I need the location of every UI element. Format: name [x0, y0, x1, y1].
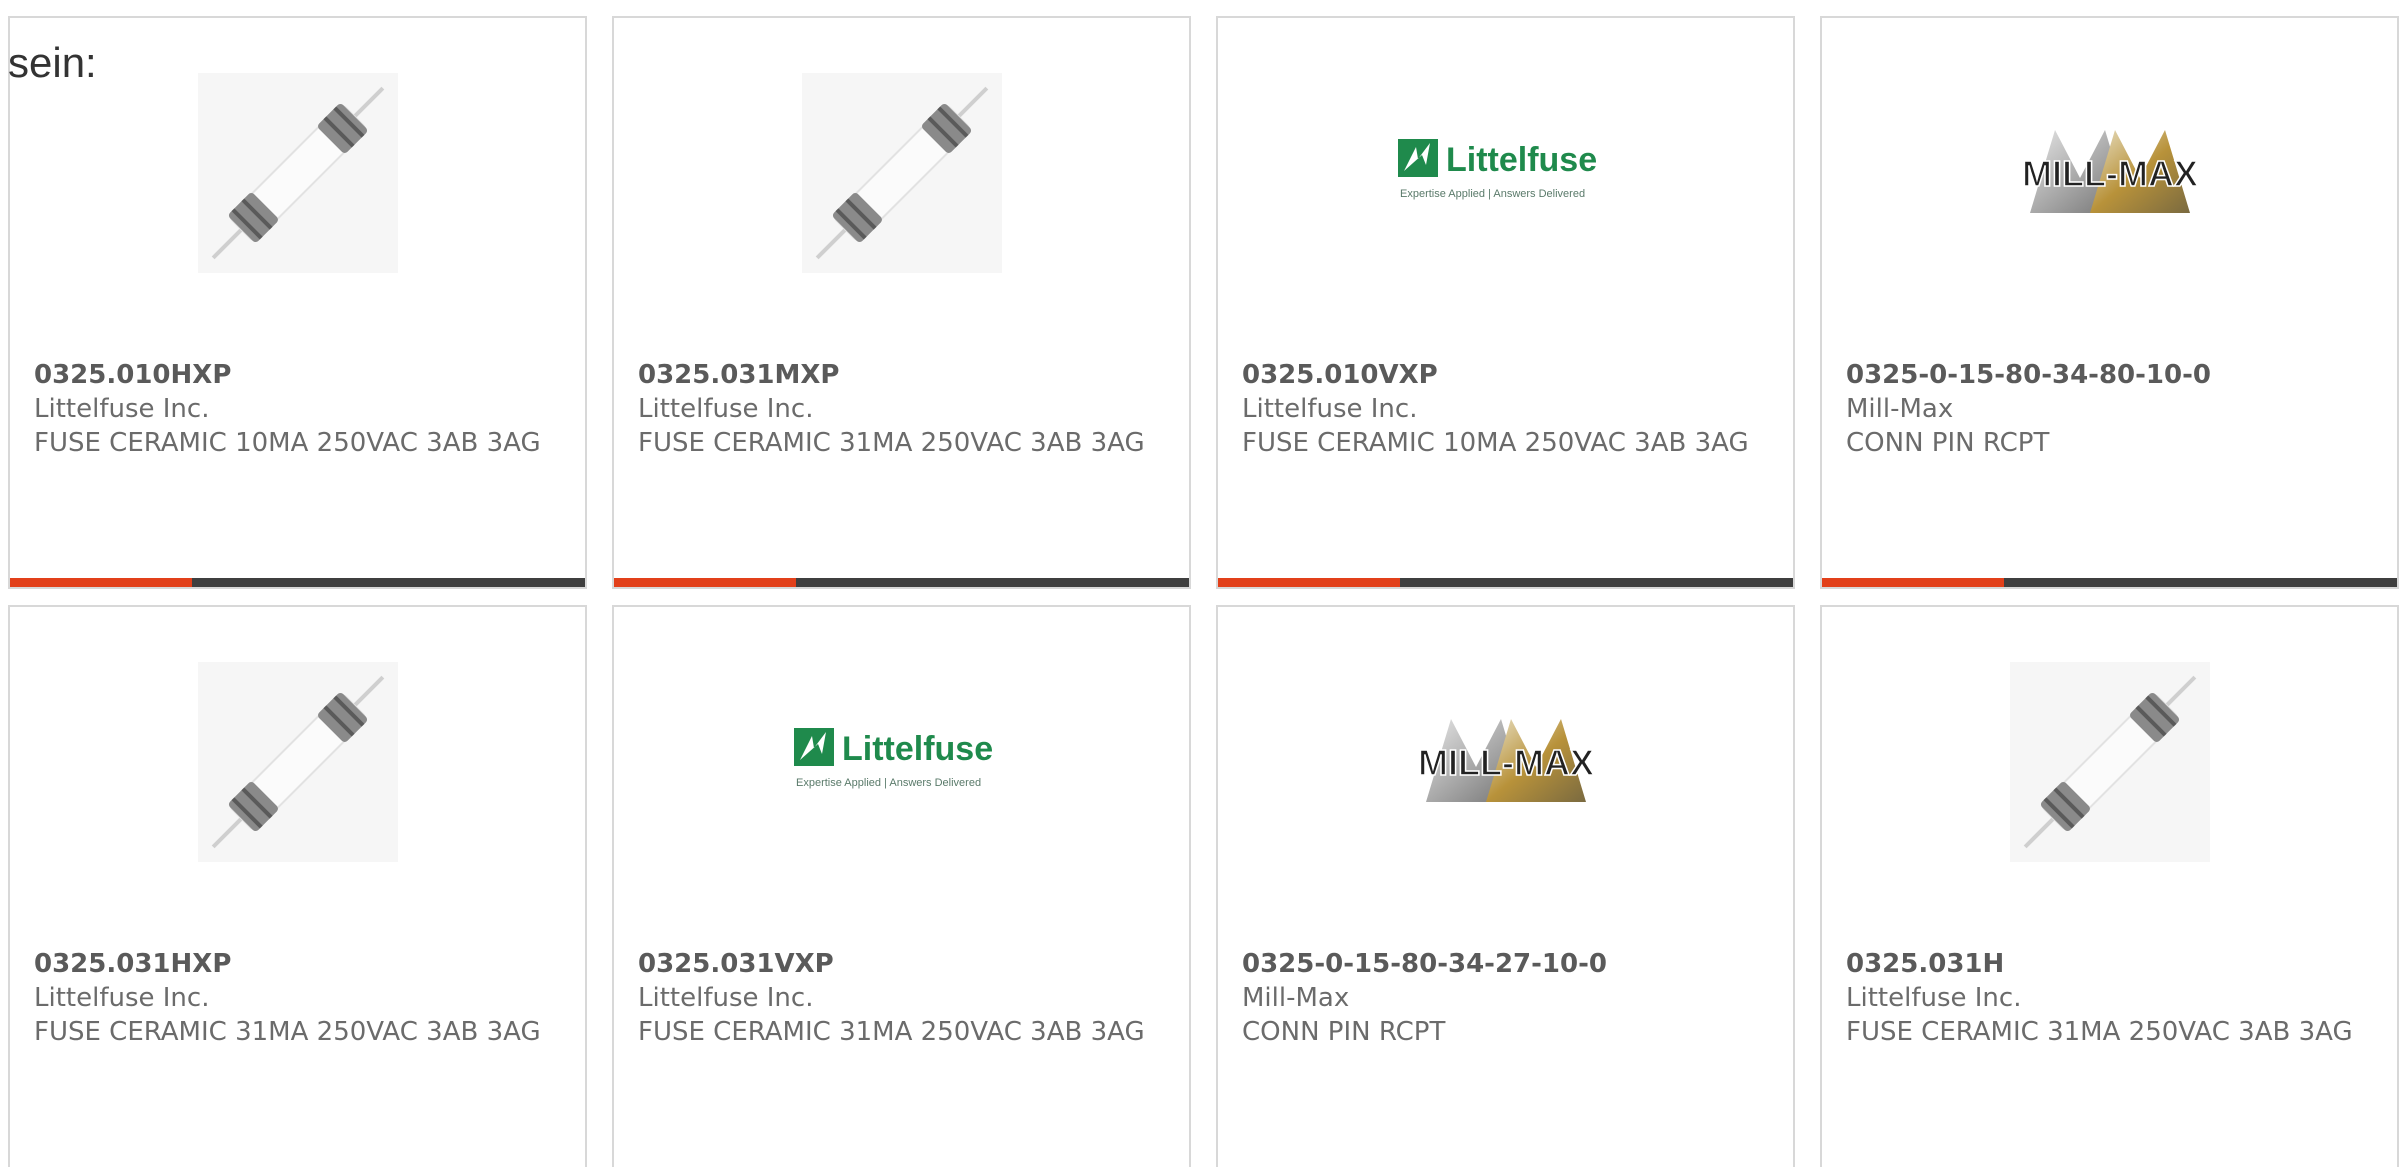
product-card[interactable]: MILL-MAX 0325-0-15-80-34-27-10-0 Mill-Ma…	[1216, 605, 1795, 1167]
part-number-link[interactable]: 0325.031HXP	[34, 947, 569, 981]
product-info: 0325.010HXP Littelfuse Inc. FUSE CERAMIC…	[34, 358, 569, 460]
product-card[interactable]: 0325.010HXP Littelfuse Inc. FUSE CERAMIC…	[8, 16, 587, 589]
card-hover-bar	[1822, 578, 2397, 587]
product-card[interactable]: 0325.031MXP Littelfuse Inc. FUSE CERAMIC…	[612, 16, 1191, 589]
product-description: FUSE CERAMIC 31MA 250VAC 3AB 3AG	[638, 1017, 1145, 1047]
card-hover-bar	[1218, 578, 1793, 587]
product-image[interactable]	[614, 18, 1189, 328]
fuse-photo-icon	[2009, 662, 2210, 862]
product-info: 0325-0-15-80-34-80-10-0 Mill-Max CONN PI…	[1846, 358, 2381, 460]
part-number-link[interactable]: 0325.031VXP	[638, 947, 1173, 981]
fuse-photo-icon	[197, 73, 398, 273]
card-accent-bar	[1822, 578, 2004, 587]
littelfuse-logo-icon: Littelfuse Expertise Applied | Answers D…	[1397, 139, 1597, 200]
product-description: FUSE CERAMIC 31MA 250VAC 3AB 3AG	[1846, 1017, 2353, 1047]
card-accent-bar	[614, 578, 796, 587]
product-description: CONN PIN RCPT	[1242, 1017, 1446, 1047]
part-number-link[interactable]: 0325.031MXP	[638, 358, 1173, 392]
product-image[interactable]: Littelfuse Expertise Applied | Answers D…	[1218, 18, 1793, 328]
manufacturer-name: Littelfuse Inc.	[34, 394, 210, 424]
card-hover-bar	[614, 578, 1189, 587]
product-card[interactable]: Littelfuse Expertise Applied | Answers D…	[612, 605, 1191, 1167]
part-number-link[interactable]: 0325-0-15-80-34-80-10-0	[1846, 358, 2381, 392]
fuse-photo-icon	[801, 73, 1002, 273]
manufacturer-name: Littelfuse Inc.	[34, 983, 210, 1013]
product-image[interactable]: Littelfuse Expertise Applied | Answers D…	[614, 607, 1189, 917]
product-info: 0325.031MXP Littelfuse Inc. FUSE CERAMIC…	[638, 358, 1173, 460]
product-info: 0325.031VXP Littelfuse Inc. FUSE CERAMIC…	[638, 947, 1173, 1049]
product-grid: 0325.010HXP Littelfuse Inc. FUSE CERAMIC…	[8, 16, 2399, 1167]
product-card[interactable]: 0325.031H Littelfuse Inc. FUSE CERAMIC 3…	[1820, 605, 2399, 1167]
product-image[interactable]	[1822, 607, 2397, 917]
svg-text:Littelfuse: Littelfuse	[1446, 141, 1597, 179]
fuse-photo-icon	[197, 662, 398, 862]
product-description: FUSE CERAMIC 10MA 250VAC 3AB 3AG	[1242, 428, 1749, 458]
product-image[interactable]	[10, 607, 585, 917]
manufacturer-name: Littelfuse Inc.	[638, 394, 814, 424]
manufacturer-name: Mill-Max	[1242, 983, 1350, 1013]
millmax-logo-icon: MILL-MAX	[2021, 130, 2198, 213]
littelfuse-logo-icon: Littelfuse Expertise Applied | Answers D…	[793, 728, 993, 789]
part-number-link[interactable]: 0325-0-15-80-34-27-10-0	[1242, 947, 1777, 981]
millmax-logo-icon: MILL-MAX	[1417, 719, 1594, 802]
product-image[interactable]: MILL-MAX	[1822, 18, 2397, 328]
product-card[interactable]: 0325.031HXP Littelfuse Inc. FUSE CERAMIC…	[8, 605, 587, 1167]
svg-text:Littelfuse: Littelfuse	[842, 730, 993, 768]
manufacturer-name: Littelfuse Inc.	[1242, 394, 1418, 424]
svg-text:Expertise Applied | Answers De: Expertise Applied | Answers Delivered	[796, 777, 981, 789]
svg-text:MILL-MAX: MILL-MAX	[1418, 742, 1594, 783]
svg-text:Expertise Applied | Answers De: Expertise Applied | Answers Delivered	[1400, 188, 1585, 200]
product-description: FUSE CERAMIC 31MA 250VAC 3AB 3AG	[34, 1017, 541, 1047]
product-image[interactable]: MILL-MAX	[1218, 607, 1793, 917]
card-hover-bar	[10, 578, 585, 587]
part-number-link[interactable]: 0325.010HXP	[34, 358, 569, 392]
card-accent-bar	[10, 578, 192, 587]
manufacturer-name: Mill-Max	[1846, 394, 1954, 424]
part-number-link[interactable]: 0325.010VXP	[1242, 358, 1777, 392]
product-description: FUSE CERAMIC 10MA 250VAC 3AB 3AG	[34, 428, 541, 458]
product-info: 0325.010VXP Littelfuse Inc. FUSE CERAMIC…	[1242, 358, 1777, 460]
product-description: CONN PIN RCPT	[1846, 428, 2050, 458]
product-card[interactable]: MILL-MAX 0325-0-15-80-34-80-10-0 Mill-Ma…	[1820, 16, 2399, 589]
manufacturer-name: Littelfuse Inc.	[1846, 983, 2022, 1013]
product-description: FUSE CERAMIC 31MA 250VAC 3AB 3AG	[638, 428, 1145, 458]
product-info: 0325.031H Littelfuse Inc. FUSE CERAMIC 3…	[1846, 947, 2381, 1049]
product-card[interactable]: Littelfuse Expertise Applied | Answers D…	[1216, 16, 1795, 589]
intro-text: sein:	[8, 39, 97, 86]
card-accent-bar	[1218, 578, 1400, 587]
svg-text:MILL-MAX: MILL-MAX	[2022, 153, 2198, 194]
part-number-link[interactable]: 0325.031H	[1846, 947, 2381, 981]
product-info: 0325.031HXP Littelfuse Inc. FUSE CERAMIC…	[34, 947, 569, 1049]
product-info: 0325-0-15-80-34-27-10-0 Mill-Max CONN PI…	[1242, 947, 1777, 1049]
manufacturer-name: Littelfuse Inc.	[638, 983, 814, 1013]
product-results-page: sein: 0325.010HXP Littelfuse Inc. FUSE C…	[0, 0, 2400, 1167]
